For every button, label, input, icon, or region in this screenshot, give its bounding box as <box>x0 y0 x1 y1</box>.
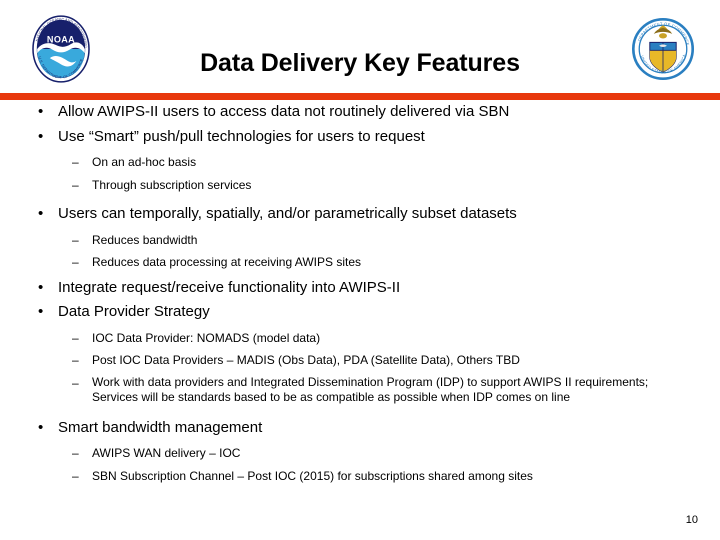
bullet-text: Smart bandwidth management <box>58 418 263 436</box>
bullet-text: Post IOC Data Providers – MADIS (Obs Dat… <box>92 353 520 367</box>
slide: NOAA NATIONAL OCEANIC AND ATMOSPHERIC AD… <box>0 0 720 540</box>
bullet-level2: – On an ad-hoc basis <box>0 151 720 174</box>
bullet-marker-dash: – <box>72 155 79 169</box>
department-of-commerce-seal-logo: DEPARTMENT OF COMMERCE UNITED STATES OF … <box>631 17 695 81</box>
bullet-text: Work with data providers and Integrated … <box>92 374 649 405</box>
bullet-marker-dash: – <box>72 330 79 345</box>
bullet-text: Reduces data processing at receiving AWI… <box>92 255 362 269</box>
bullet-level2: – Reduces data processing at receiving A… <box>0 251 720 274</box>
bullet-list: • Allow AWIPS-II users to access data no… <box>0 100 720 487</box>
bullet-level1: • Use “Smart” push/pull technologies for… <box>0 125 720 150</box>
bullet-marker-dash: – <box>72 468 79 483</box>
bullet-text: Users can temporally, spatially, and/or … <box>58 205 517 222</box>
bullet-marker-dot: • <box>38 127 44 145</box>
bullet-text: IOC Data Provider: NOMADS (model data) <box>92 330 321 345</box>
bullet-text: SBN Subscription Channel – Post IOC (201… <box>92 468 533 483</box>
bullet-text: On an ad-hoc basis <box>92 155 197 169</box>
bullet-level2: – Work with data providers and Integrate… <box>0 372 720 410</box>
bullet-marker-dash: – <box>72 232 79 247</box>
bullet-level2: – Reduces bandwidth <box>0 229 720 252</box>
bullet-marker-dot: • <box>38 418 44 436</box>
bullet-marker-dash: – <box>72 177 79 192</box>
bullet-level2: – Through subscription services <box>0 174 720 197</box>
page-number: 10 <box>685 514 698 526</box>
slide-title: Data Delivery Key Features <box>200 49 520 77</box>
bullet-text: Reduces bandwidth <box>92 232 198 247</box>
bullet-level2: – Post IOC Data Providers – MADIS (Obs D… <box>0 349 720 372</box>
bullet-marker-dot: • <box>38 103 44 120</box>
bullet-text: Allow AWIPS-II users to access data not … <box>58 103 510 120</box>
bullet-text: Integrate request/receive functionality … <box>58 278 401 296</box>
bullet-marker-dash: – <box>72 353 79 367</box>
bullet-level1: • Users can temporally, spatially, and/o… <box>0 202 720 227</box>
bullet-marker-dot: • <box>38 278 44 296</box>
bullet-level2: – AWIPS WAN delivery – IOC <box>0 442 720 465</box>
bullet-level1: • Allow AWIPS-II users to access data no… <box>0 100 720 125</box>
bullet-level2: – SBN Subscription Channel – Post IOC (2… <box>0 465 720 488</box>
bullet-text: AWIPS WAN delivery – IOC <box>92 446 241 460</box>
bullet-level1: • Integrate request/receive functionalit… <box>0 276 720 301</box>
bullet-text: Use “Smart” push/pull technologies for u… <box>58 127 425 145</box>
svg-text:NOAA: NOAA <box>47 35 75 45</box>
noaa-seal-logo: NOAA NATIONAL OCEANIC AND ATMOSPHERIC AD… <box>26 14 90 83</box>
slide-header: NOAA NATIONAL OCEANIC AND ATMOSPHERIC AD… <box>0 0 720 93</box>
bullet-marker-dash: – <box>72 375 79 390</box>
bullet-text: Through subscription services <box>92 177 252 192</box>
bullet-marker-dot: • <box>38 303 44 320</box>
bullet-marker-dash: – <box>72 255 79 269</box>
bullet-level1: • Smart bandwidth management <box>0 416 720 441</box>
bullet-marker-dash: – <box>72 446 79 460</box>
header-divider-bar <box>0 93 720 100</box>
bullet-level1: • Data Provider Strategy <box>0 300 720 325</box>
bullet-text: Data Provider Strategy <box>58 303 210 320</box>
bullet-marker-dot: • <box>38 205 44 222</box>
bullet-level2: – IOC Data Provider: NOMADS (model data) <box>0 327 720 350</box>
